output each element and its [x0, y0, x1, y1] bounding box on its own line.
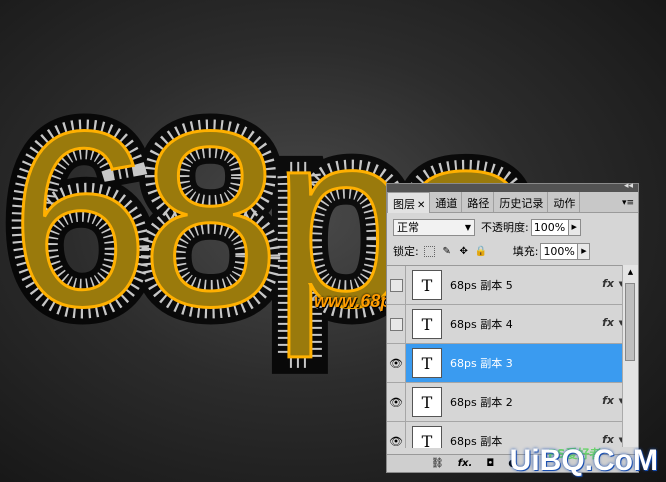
hidden-box-icon: [389, 278, 403, 292]
add-style-icon[interactable]: fx.: [458, 458, 473, 469]
watermark-logo: UiBQ.CoM: [509, 444, 658, 477]
lock-label: 锁定:: [393, 245, 419, 258]
lock-move-icon[interactable]: ✥: [458, 245, 470, 257]
hidden-box-icon: [389, 317, 403, 331]
layer-row[interactable]: T 68ps 副本 5 fx ▼: [387, 266, 624, 305]
opacity-label: 不透明度:: [481, 221, 529, 234]
fill-slider-icon[interactable]: ▶: [578, 242, 591, 260]
opacity-input[interactable]: 100%: [530, 218, 569, 236]
fill-label: 填充:: [512, 245, 539, 258]
text-layer-icon: T: [412, 309, 442, 339]
layer-name: 68ps 副本 2: [450, 396, 513, 409]
blend-row: 正常 ▼ 不透明度: 100% ▶: [387, 215, 638, 239]
eye-icon: 👁: [389, 356, 403, 370]
tab-layers[interactable]: 图层 ✕: [387, 192, 431, 213]
lock-brush-icon[interactable]: ✎: [441, 245, 453, 257]
eye-icon: 👁: [389, 434, 403, 448]
layer-name: 68ps 副本 5: [450, 279, 513, 292]
visibility-toggle[interactable]: 👁: [387, 383, 406, 421]
text-layer-icon: T: [412, 270, 442, 300]
scroll-thumb[interactable]: [625, 283, 635, 361]
tab-channels[interactable]: 通道: [430, 192, 463, 212]
layer-name: 68ps 副本: [450, 435, 503, 448]
layer-name: 68ps 副本 3: [450, 357, 513, 370]
tab-actions[interactable]: 动作: [548, 192, 581, 212]
visibility-toggle[interactable]: 👁: [387, 344, 406, 382]
link-layers-icon[interactable]: ⛓: [431, 458, 444, 469]
lock-transparent-icon[interactable]: [424, 245, 436, 257]
layers-list: T 68ps 副本 5 fx ▼ T 68ps 副本 4 fx ▼ 👁 T 68…: [387, 265, 624, 448]
text-layer-icon: T: [412, 348, 442, 378]
panel-collapse-icon[interactable]: ◂◂: [624, 181, 633, 191]
visibility-toggle[interactable]: 👁: [387, 422, 406, 448]
blend-mode-select[interactable]: 正常 ▼: [393, 218, 475, 236]
add-mask-icon[interactable]: ◘: [486, 458, 494, 469]
layer-row[interactable]: T 68ps 副本 4 fx ▼: [387, 305, 624, 344]
fill-input[interactable]: 100%: [540, 242, 579, 260]
visibility-toggle[interactable]: [387, 305, 406, 343]
eye-icon: 👁: [389, 395, 403, 409]
panel-titlebar[interactable]: ◂◂: [387, 181, 638, 192]
layers-panel: ◂◂ 图层 ✕ 通道 路径 历史记录 动作 ▾≡ 正常 ▼ 不透明度: 100% …: [386, 181, 639, 473]
layer-name: 68ps 副本 4: [450, 318, 513, 331]
text-layer-icon: T: [412, 426, 442, 448]
chevron-down-icon: ▼: [464, 222, 471, 232]
fx-icon[interactable]: fx: [602, 277, 614, 290]
layer-row-selected[interactable]: 👁 T 68ps 副本 3: [387, 344, 624, 383]
tab-close-icon[interactable]: ✕: [417, 200, 425, 211]
fx-icon[interactable]: fx: [602, 316, 614, 329]
visibility-toggle[interactable]: [387, 266, 406, 304]
lock-all-icon[interactable]: 🔒: [475, 245, 487, 257]
panel-tabs: 图层 ✕ 通道 路径 历史记录 动作 ▾≡: [387, 192, 638, 213]
text-layer-icon: T: [412, 387, 442, 417]
fx-icon[interactable]: fx: [602, 394, 614, 407]
layer-row[interactable]: 👁 T 68ps 副本 2 fx ▼: [387, 383, 624, 422]
tab-paths[interactable]: 路径: [462, 192, 495, 212]
layers-scrollbar[interactable]: ▲: [622, 265, 638, 447]
tab-history[interactable]: 历史记录: [494, 192, 549, 212]
lock-row: 锁定: ✎ ✥ 🔒 填充: 100% ▶: [387, 239, 638, 263]
scroll-up-icon[interactable]: ▲: [623, 265, 638, 279]
panel-menu-icon[interactable]: ▾≡: [622, 198, 634, 208]
opacity-slider-icon[interactable]: ▶: [568, 218, 581, 236]
